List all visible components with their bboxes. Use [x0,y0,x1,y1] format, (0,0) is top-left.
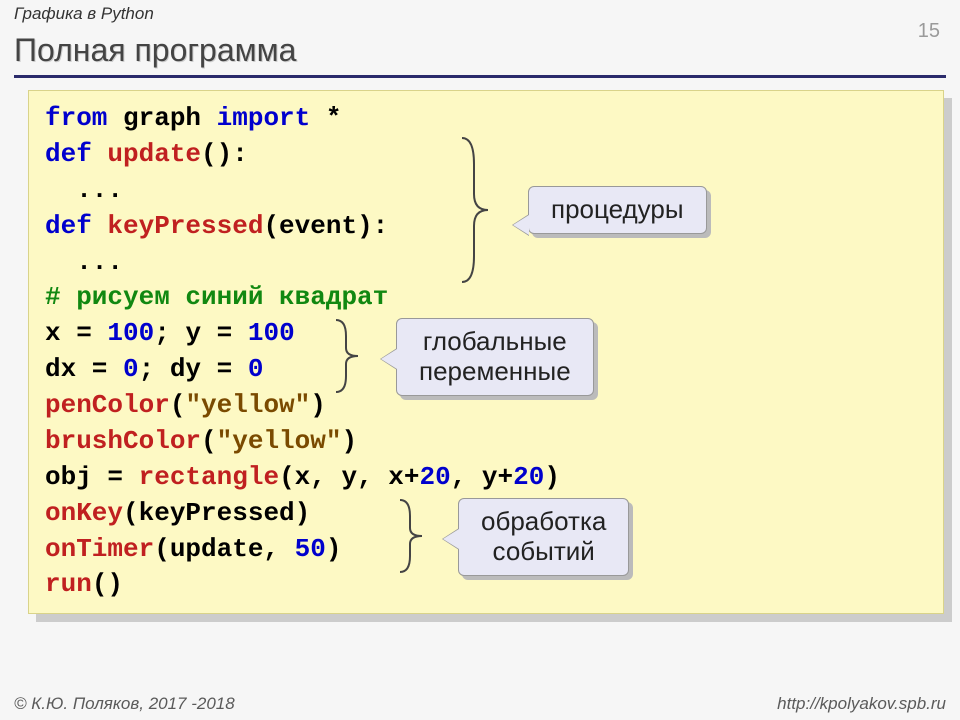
code-area: from graph import * def update(): ... de… [28,90,944,614]
footer-copyright: © К.Ю. Поляков, 2017 -2018 [14,694,235,714]
footer: © К.Ю. Поляков, 2017 -2018 http://kpolya… [0,694,960,714]
page-number: 15 [918,20,940,43]
slide-topic: Графика в Python [0,0,960,26]
callout-globals: глобальные переменные [396,318,594,396]
slide-title: Полная программа [0,26,960,71]
title-divider [14,75,946,78]
footer-url: http://kpolyakov.spb.ru [777,694,946,714]
callout-handlers: обработка событий [458,498,629,576]
callout-procedures: процедуры [528,186,707,234]
